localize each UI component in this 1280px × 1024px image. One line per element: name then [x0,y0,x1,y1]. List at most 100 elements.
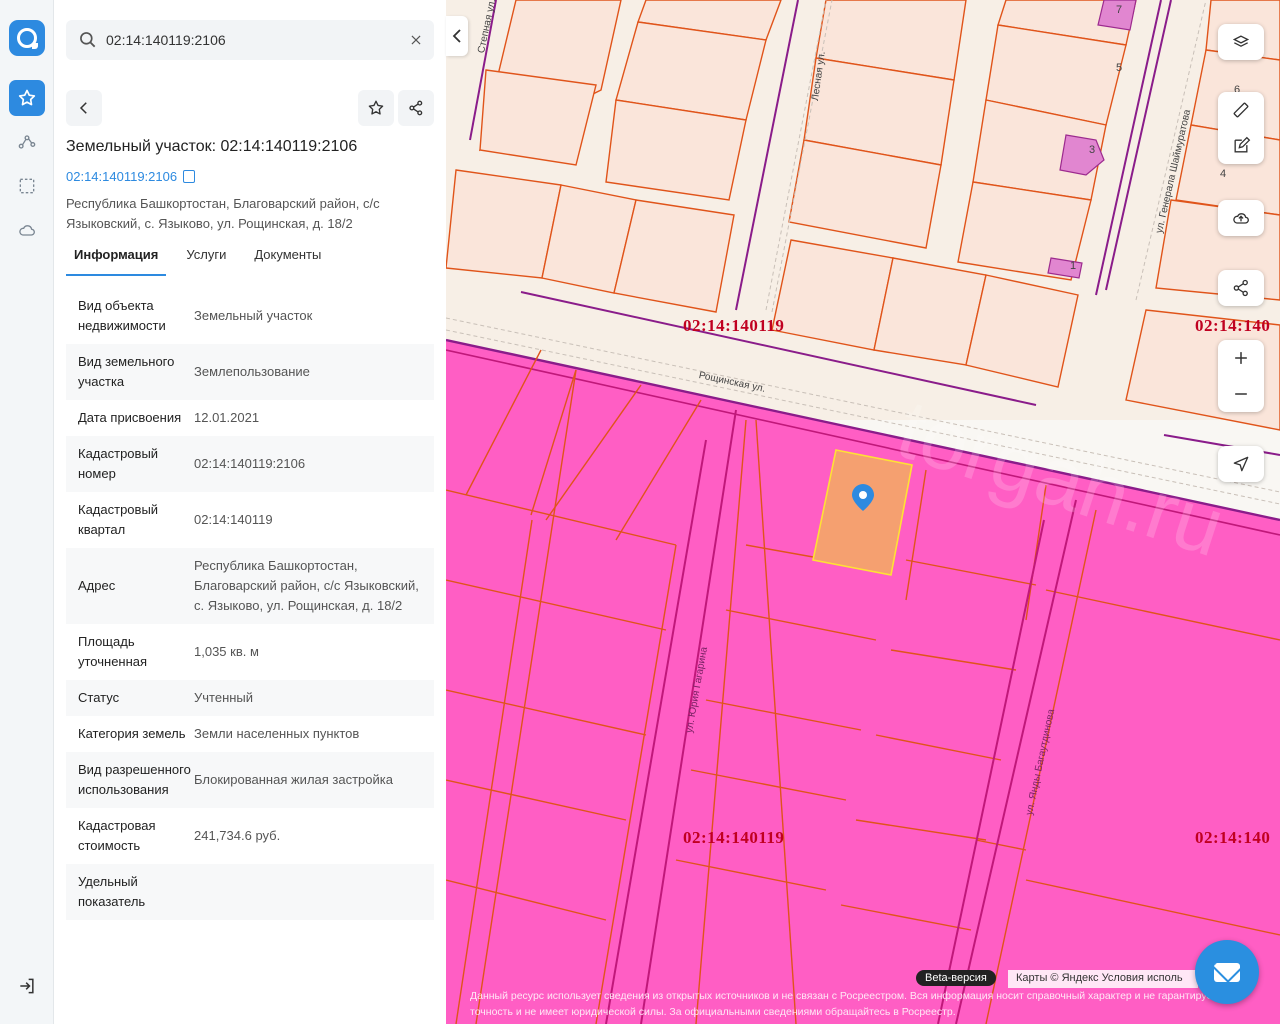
info-row-value: Учтенный [194,690,254,705]
cadastral-number-text[interactable]: 02:14:140119:2106 [66,169,177,184]
info-row-value: 02:14:140119 [194,512,273,527]
edit-icon [1234,136,1251,153]
info-row: Кадастровый квартал 02:14:140119 [66,492,434,548]
search-bar [66,20,434,60]
house-number: 4 [1220,168,1227,180]
info-row: Вид разрешенного использования Блокирован… [66,752,434,808]
close-icon [411,35,421,45]
info-row-key: Вид объекта недвижимости [78,298,166,333]
map-view[interactable]: torgah.ru 02:14:140119 02:14:140119 02:1… [446,0,1280,1024]
info-row-value: Землепользование [194,364,310,379]
chevron-left-icon [79,102,87,114]
draw-button[interactable] [1218,128,1264,164]
navigation-arrow-icon [1233,456,1249,472]
info-table: Вид объекта недвижимости Земельный участо… [66,288,434,1000]
upload-button[interactable] [1218,200,1264,236]
info-row: Кадастровый номер 02:14:140119:2106 [66,436,434,492]
zoom-out-button[interactable] [1218,376,1264,412]
chevron-left-icon [452,29,461,43]
favorites-button[interactable] [9,80,45,116]
ruler-icon [1233,102,1249,118]
quarter-label: 02:14:140 [1195,828,1271,847]
beta-badge: Beta-версия [916,970,996,986]
cloud-icon [19,225,35,236]
search-input[interactable] [106,20,396,60]
info-row-value: 241,734.6 руб. [194,828,281,843]
star-icon [18,89,36,106]
app-logo[interactable] [9,20,45,56]
share-control [1218,270,1264,306]
info-row-value: Земельный участок [194,308,313,323]
zoom-in-button[interactable] [1218,340,1264,376]
house-number: 5 [1116,62,1123,74]
geolocation-control [1218,446,1264,482]
login-icon [20,978,34,994]
quarter-label: 02:14:140119 [683,316,785,335]
cloud-upload-icon [1233,213,1249,224]
tab-info[interactable]: Информация [66,240,167,276]
info-row-value: Земли населенных пунктов [194,726,360,741]
info-row-key: Площадь уточненная [78,634,148,669]
cloud-button[interactable] [9,212,45,248]
info-panel: Земельный участок: 02:14:140119:2106 02:… [54,0,446,1024]
info-row-key: Адрес [78,578,116,593]
house-number: 7 [1116,4,1123,16]
info-row-key: Кадастровая стоимость [78,818,156,853]
mail-icon [1214,962,1240,982]
page-title: Земельный участок: 02:14:140119:2106 [66,138,358,155]
info-row-value: 12.01.2021 [194,410,260,425]
upload-control [1218,200,1264,236]
contact-mail-button[interactable] [1195,940,1259,1004]
share-button[interactable] [398,90,434,126]
quarter-label: 02:14:140119 [683,828,785,847]
share-icon [409,100,423,116]
info-row: Вид земельного участка Землепользование [66,344,434,400]
star-outline-icon [368,100,384,115]
login-button[interactable] [9,968,45,1004]
info-row: Удельный показатель [66,864,434,920]
info-row: Категория земель Земли населенных пунктов [66,716,434,752]
ruler-button[interactable] [1218,92,1264,128]
info-row-key: Статус [78,690,120,705]
info-row: Адрес Республика Башкортостан, Благоварск… [66,548,434,624]
info-row-key: Кадастровый квартал [78,502,159,537]
info-row-key: Вид земельного участка [78,354,175,389]
info-row-key: Кадастровый номер [78,446,159,481]
locate-me-button[interactable] [1218,446,1264,482]
tab-bar: Информация Услуги Документы [66,240,434,276]
cadastral-number-link[interactable]: 02:14:140119:2106 [66,169,196,184]
favorite-button[interactable] [358,90,394,126]
map-attribution[interactable]: Карты © Яндекс Условия исполь [1008,970,1198,988]
info-row-value: Блокированная жилая застройка [194,772,393,787]
info-row: Дата присвоения 12.01.2021 [66,400,434,436]
copy-icon[interactable] [183,170,196,183]
info-row: Площадь уточненная 1,035 кв. м [66,624,434,680]
search-icon [80,32,96,48]
layers-control [1218,24,1264,60]
quarter-label: 02:14:140 [1195,316,1271,335]
route-icon [18,135,36,149]
zoom-control [1218,340,1264,412]
tab-services[interactable]: Услуги [178,240,234,276]
disclaimer-text: Данный ресурс использует сведения из отк… [470,990,1217,1018]
area-select-button[interactable] [9,168,45,204]
back-button[interactable] [66,90,102,126]
clear-search-button[interactable] [406,30,426,50]
layers-button[interactable] [1218,24,1264,60]
info-row-value: Республика Башкортостан, Благоварский ра… [194,558,419,613]
info-row: Статус Учтенный [66,680,434,716]
info-row-value: 1,035 кв. м [194,644,259,659]
share-icon [1233,279,1248,297]
address-text: Республика Башкортостан, Благоварский ра… [66,196,380,231]
info-row-key: Вид разрешенного использования [78,762,191,797]
info-row: Кадастровая стоимость 241,734.6 руб. [66,808,434,864]
route-button[interactable] [9,124,45,160]
collapse-panel-button[interactable] [446,16,468,56]
house-number: 3 [1089,144,1096,156]
layers-icon [1232,35,1250,47]
left-rail [0,0,54,1024]
info-row-key: Удельный показатель [78,874,146,909]
map-share-button[interactable] [1218,270,1264,306]
info-row-key: Дата присвоения [78,410,182,425]
tab-documents[interactable]: Документы [246,240,329,276]
